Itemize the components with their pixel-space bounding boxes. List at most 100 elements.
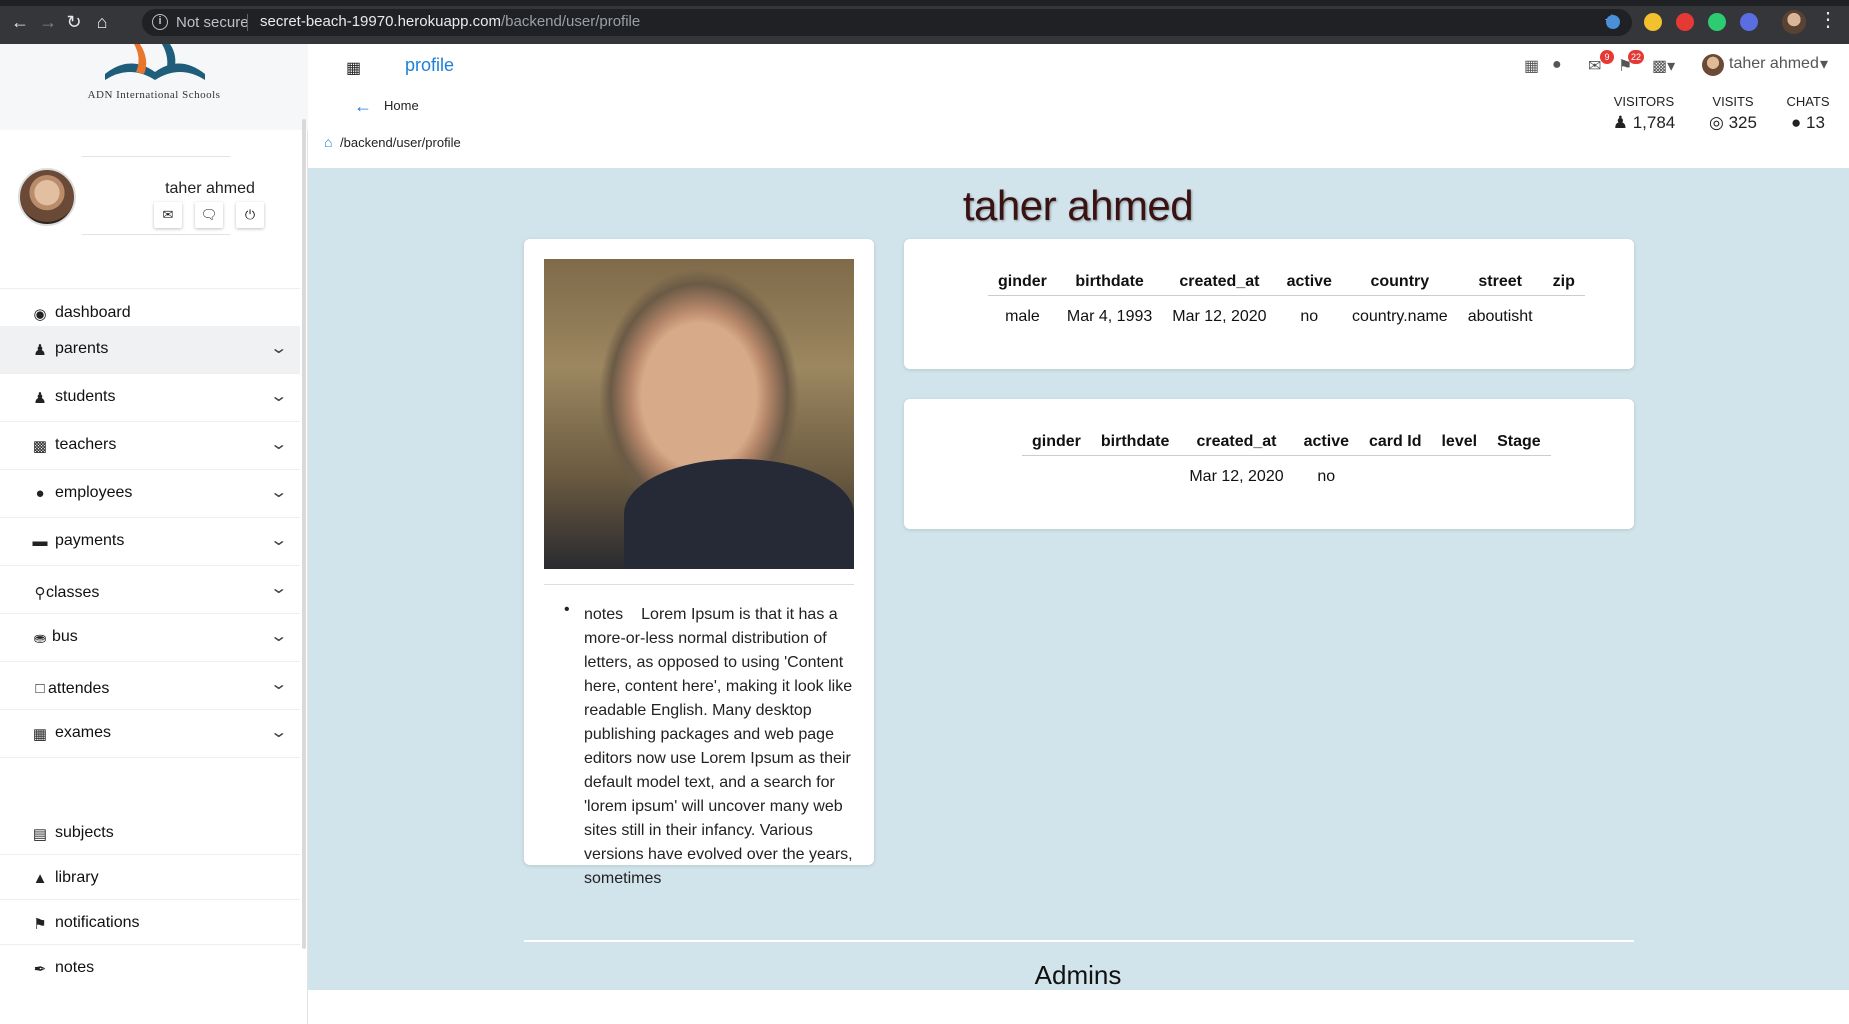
sidebar-item-label: employees	[55, 484, 133, 501]
table-header: created_at	[1162, 265, 1277, 296]
page-title[interactable]: profile	[405, 55, 454, 76]
chevron-down-icon: ⌄	[269, 484, 289, 501]
sidebar-item-label: classes	[46, 584, 100, 601]
stat-value: ● 13	[1791, 113, 1825, 132]
table-header: zip	[1542, 265, 1585, 296]
sidebar: ADN International Schools taher ahmed ✉ …	[0, 44, 308, 1024]
info-icon[interactable]: i	[152, 14, 168, 30]
user-info-table: ginder birthdate created_at active count…	[988, 265, 1585, 330]
sidebar-user-name: taher ahmed	[165, 180, 255, 197]
url-host: secret-beach-19970.herokuapp.com	[260, 13, 501, 30]
back-icon[interactable]: ←	[10, 12, 30, 32]
sidebar-item-teachers[interactable]: ▩ teachers ⌄	[0, 422, 300, 470]
sidebar-item-label: bus	[52, 628, 78, 645]
arrow-left-icon[interactable]: ←	[354, 96, 372, 117]
browser-toolbar: ← → ↻ ⌂ i Not secure secret-beach-19970.…	[0, 0, 1849, 44]
home-link[interactable]: Home	[384, 98, 419, 113]
chevron-down-icon: ⌄	[269, 676, 289, 693]
chevron-down-icon: ⌄	[269, 340, 289, 357]
logo-area: ADN International Schools	[0, 44, 308, 130]
table-cell	[1487, 456, 1551, 491]
comments-icon: ●	[1791, 113, 1807, 132]
sidebar-item-label: exames	[55, 724, 112, 741]
chat-icon[interactable]: 🗨	[195, 202, 223, 228]
sidebar-item-subjects[interactable]: ▤ subjects	[0, 810, 300, 855]
chevron-down-icon: ⌄	[269, 436, 289, 453]
table-cell	[1543, 296, 1585, 331]
tachometer-icon: ◉	[33, 306, 47, 323]
sidebar-item-attendes[interactable]: □ attendes ⌄	[0, 662, 300, 710]
top-navbar: ▦ profile ▦ ● ✉ 9 ⚑ 22 ▩▾ taher ahmed ▾	[308, 44, 1849, 86]
topbar-user-name[interactable]: taher ahmed	[1729, 55, 1819, 73]
mail-icon[interactable]: ✉	[154, 202, 182, 228]
browser-menu-icon[interactable]: ⋮	[1818, 10, 1838, 30]
sidebar-item-label: attendes	[48, 680, 110, 697]
sidebar-item-label: parents	[55, 340, 109, 357]
chevron-down-icon: ⌄	[269, 388, 289, 405]
language-icon[interactable]: ▩▾	[1652, 56, 1675, 76]
sidebar-item-payments[interactable]: ▬ payments ⌄	[0, 518, 300, 566]
table-header-row: ginder birthdate created_at active card …	[1022, 425, 1551, 456]
sidebar-item-exames[interactable]: ▦ exames ⌄	[0, 710, 300, 758]
school-icon[interactable]: ▦	[346, 58, 361, 78]
home-icon[interactable]: ⌂	[92, 12, 112, 32]
sidebar-item-label: notifications	[55, 914, 140, 931]
student-info-card: ginder birthdate created_at active card …	[904, 399, 1634, 529]
divider	[247, 14, 248, 31]
power-icon[interactable]: ⏻	[236, 202, 264, 228]
grammarly-icon[interactable]	[1708, 13, 1726, 31]
sidebar-item-notifications[interactable]: ⚑ notifications	[0, 900, 300, 945]
extension-icon[interactable]	[1644, 13, 1662, 31]
sidebar-item-employees[interactable]: ● employees ⌄	[0, 470, 300, 518]
home-icon[interactable]: ⌂	[324, 134, 332, 150]
extension-check-icon[interactable]	[1740, 13, 1758, 31]
chat-icon[interactable]: ●	[1552, 56, 1562, 74]
stat-label: CHATS	[1786, 94, 1830, 109]
profile-photo	[544, 259, 854, 569]
student-icon: ♟	[33, 390, 47, 407]
divider	[544, 584, 854, 585]
table-cell: Mar 4, 1993	[1066, 308, 1153, 325]
table-cell	[1359, 456, 1431, 491]
table-header: birthdate	[1090, 425, 1180, 456]
book-reader-icon: ▲	[32, 870, 48, 887]
reload-icon[interactable]: ↻	[64, 12, 84, 32]
forward-icon[interactable]: →	[38, 12, 58, 32]
table-header: card Id	[1359, 425, 1432, 456]
mail-badge: 9	[1600, 50, 1614, 64]
sidebar-item-label: teachers	[55, 436, 117, 453]
sidebar-item-label: students	[55, 388, 116, 405]
sidebar-scrollbar[interactable]	[302, 119, 306, 949]
users-icon: ♟	[33, 342, 47, 359]
sidebar-item-notes[interactable]: ✒ notes	[0, 945, 300, 990]
user-info-card: ginder birthdate created_at active count…	[904, 239, 1634, 369]
notification-badge: 22	[1628, 50, 1645, 64]
school-logo-icon	[105, 44, 205, 80]
browser-profile-avatar[interactable]	[1782, 10, 1806, 34]
list-bullet: •	[564, 601, 570, 618]
sidebar-item-classes[interactable]: ⚲ classes ⌄	[0, 566, 300, 614]
address-bar[interactable]: i Not secure secret-beach-19970.herokuap…	[142, 9, 1632, 36]
stat-label: VISITS	[1712, 94, 1754, 109]
sidebar-item-library[interactable]: ▲ library	[0, 855, 300, 900]
divider	[82, 156, 230, 157]
sidebar-item-parents[interactable]: ♟ parents ⌄	[0, 326, 300, 374]
wallet-icon: ▬	[32, 533, 48, 550]
url-text[interactable]: secret-beach-19970.herokuapp.com/backend…	[260, 13, 640, 30]
caret-down-icon[interactable]: ▾	[1820, 54, 1828, 74]
sidebar-item-bus[interactable]: ⛂ bus ⌄	[0, 614, 300, 662]
clipboard-icon: □	[35, 680, 45, 697]
pinterest-icon[interactable]	[1676, 13, 1694, 31]
table-cell: no	[1300, 308, 1319, 325]
user-icon: ●	[35, 485, 45, 502]
table-header: ginder	[988, 265, 1057, 296]
sidebar-item-label: notes	[55, 959, 95, 976]
calendar-icon[interactable]: ▦	[1524, 56, 1539, 76]
extension-pen-icon[interactable]	[1606, 15, 1620, 29]
table-cell: no	[1317, 468, 1336, 485]
table-cell: country.name	[1351, 308, 1448, 325]
feather-icon: ✒	[33, 961, 47, 978]
table-header: created_at	[1179, 425, 1294, 456]
avatar[interactable]	[1702, 54, 1724, 76]
sidebar-item-students[interactable]: ♟ students ⌄	[0, 374, 300, 422]
